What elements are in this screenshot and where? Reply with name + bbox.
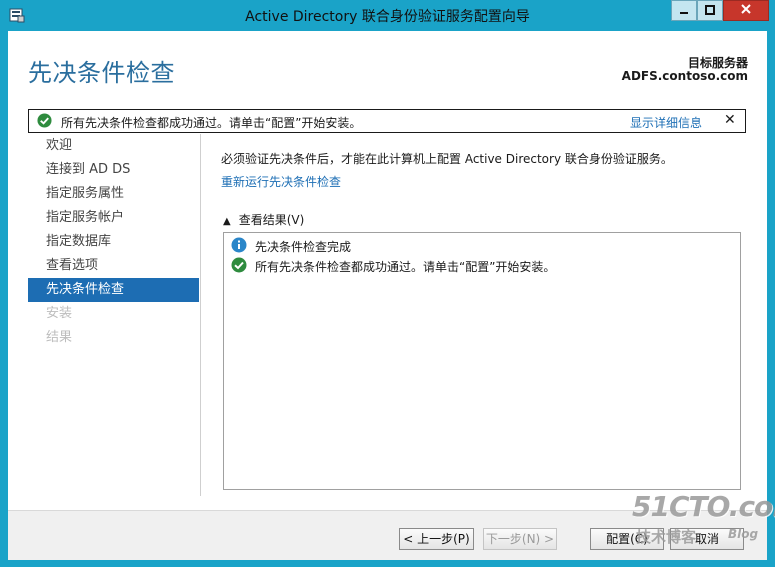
chevron-up-icon: ▲	[223, 216, 231, 227]
status-banner: 所有先决条件检查都成功通过。请单击“配置”开始安装。 显示详细信息 ✕	[28, 109, 746, 133]
close-icon	[740, 3, 752, 18]
watermark-blog: Blog	[728, 527, 759, 541]
window-title: Active Directory 联合身份验证服务配置向导	[245, 9, 530, 25]
nav-step-welcome[interactable]: 欢迎	[28, 134, 199, 158]
nav-step-service-account[interactable]: 指定服务帐户	[28, 206, 199, 230]
results-list[interactable]: 先决条件检查完成 所有先决条件检查都成功通过。请单击“配置”开始安装。	[223, 232, 741, 490]
nav-step-service-properties[interactable]: 指定服务属性	[28, 182, 199, 206]
nav-step-prerequisite-checks[interactable]: 先决条件检查	[28, 278, 199, 302]
nav-step-install: 安装	[46, 306, 73, 321]
next-button: 下一步(N) >	[483, 528, 557, 550]
wizard-steps-nav: 欢迎 连接到 AD DS 指定服务属性 指定服务帐户 指定数据库 查看选项 先决…	[28, 134, 199, 350]
nav-step-database[interactable]: 指定数据库	[28, 230, 199, 254]
dismiss-banner-button[interactable]: ✕	[724, 112, 736, 128]
target-server-name: ADFS.contoso.com	[621, 69, 748, 83]
result-text: 所有先决条件检查都成功通过。请单击“配置”开始安装。	[255, 260, 556, 274]
nav-divider	[200, 134, 201, 496]
view-results-label: 查看结果(V)	[238, 213, 305, 227]
minimize-icon	[679, 4, 689, 18]
maximize-icon	[705, 4, 715, 18]
watermark-subtitle: 技术博客	[636, 528, 697, 546]
minimize-button[interactable]	[671, 0, 697, 21]
wizard-body: 先决条件检查 目标服务器 ADFS.contoso.com 所有先决条件检查都成…	[8, 31, 767, 560]
close-window-button[interactable]	[723, 0, 769, 21]
nav-step-results: 结果	[46, 330, 73, 345]
watermark: 51CTO.com 技术博客 Blog	[632, 490, 775, 550]
info-icon	[231, 237, 247, 256]
nav-step-connect-ad-ds[interactable]: 连接到 AD DS	[28, 158, 199, 182]
success-check-icon	[231, 257, 247, 276]
banner-message: 所有先决条件检查都成功通过。请单击“配置”开始安装。	[61, 116, 362, 130]
previous-button[interactable]: < 上一步(P)	[399, 528, 474, 550]
title-bar[interactable]: Active Directory 联合身份验证服务配置向导	[0, 0, 775, 30]
page-title: 先决条件检查	[28, 59, 175, 87]
result-text: 先决条件检查完成	[255, 240, 352, 254]
rerun-checks-link[interactable]: 重新运行先决条件检查	[221, 173, 341, 190]
show-details-link[interactable]: 显示详细信息	[630, 114, 702, 131]
maximize-button[interactable]	[697, 0, 723, 21]
nav-step-review-options[interactable]: 查看选项	[28, 254, 199, 278]
view-results-toggle[interactable]: ▲ 查看结果(V)	[223, 211, 304, 228]
prerequisite-description: 必须验证先决条件后，才能在此计算机上配置 Active Directory 联合…	[221, 152, 673, 166]
watermark-logo: 51CTO.com	[632, 490, 775, 523]
success-check-icon	[37, 113, 52, 131]
wizard-window: Active Directory 联合身份验证服务配置向导 先决条件检查 目标服…	[0, 0, 775, 567]
